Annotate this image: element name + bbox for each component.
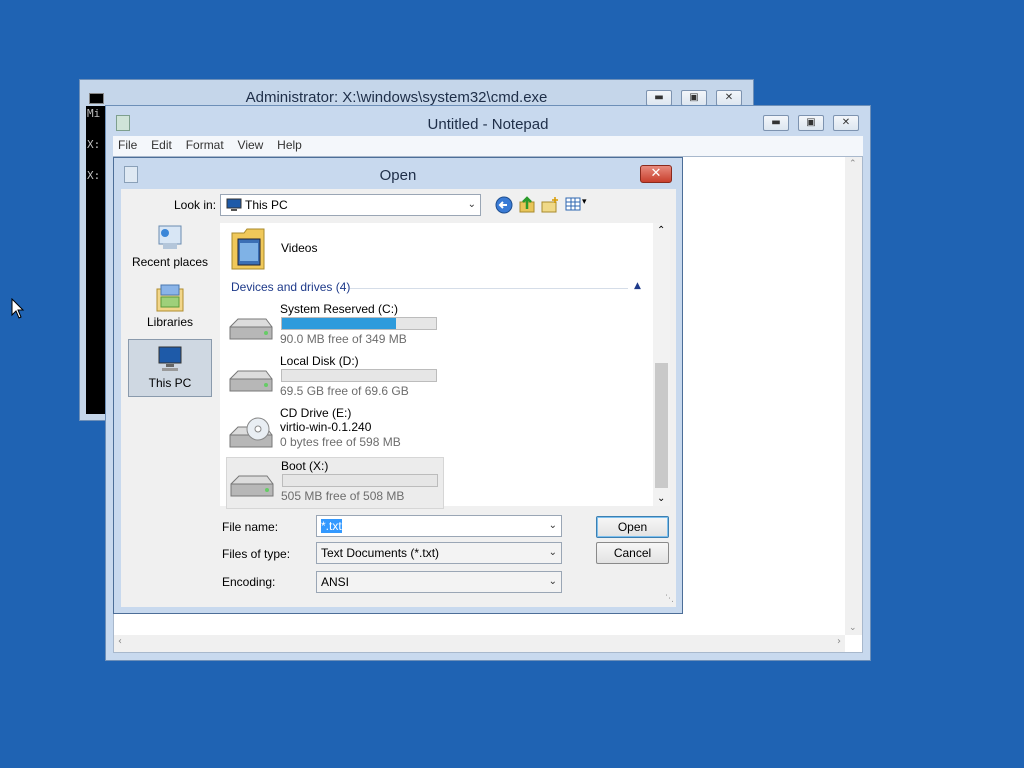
drive-name: Local Disk (D:) (280, 354, 359, 368)
horizontal-scrollbar[interactable]: ‹ › (114, 635, 845, 652)
chevron-down-icon: ▾ (582, 197, 587, 207)
mouse-cursor-icon (11, 298, 25, 319)
encoding-select[interactable]: ANSI ⌄ (316, 571, 562, 593)
scroll-up-icon[interactable]: ⌃ (657, 225, 665, 236)
place-this-pc[interactable]: This PC (128, 339, 212, 397)
drive-name: Boot (X:) (281, 459, 329, 473)
close-button[interactable]: ✕ (833, 115, 859, 131)
close-button[interactable]: ✕ (716, 90, 742, 106)
drive-free-space: 90.0 MB free of 349 MB (280, 332, 407, 346)
recent-places-icon (158, 225, 182, 249)
drive-usage-bar (282, 474, 438, 487)
list-item-videos[interactable]: Videos (226, 223, 336, 273)
drive-free-space: 505 MB free of 508 MB (281, 489, 405, 503)
encoding-value: ANSI (321, 575, 350, 589)
hard-drive-icon (229, 318, 273, 340)
encoding-label: Encoding: (222, 575, 276, 589)
cmd-app-icon (89, 93, 104, 104)
console-line: Mi (87, 107, 101, 120)
file-name-input[interactable]: *.txt (321, 519, 342, 533)
up-one-level-icon[interactable] (518, 195, 536, 213)
file-type-value: Text Documents (*.txt) (321, 546, 440, 560)
new-folder-icon[interactable] (541, 196, 559, 214)
back-icon[interactable] (495, 196, 513, 214)
place-label: This PC (148, 376, 192, 390)
file-type-label: Files of type: (222, 547, 291, 561)
group-header[interactable]: Devices and drives (4) (231, 280, 350, 294)
videos-folder-icon (231, 228, 265, 270)
scroll-up-icon[interactable]: ⌃ (849, 159, 857, 169)
look-in-label: Look in: (174, 198, 217, 212)
drive-volume-label: virtio-win-0.1.240 (280, 420, 372, 434)
chevron-down-icon: ⌄ (548, 547, 557, 558)
this-pc-icon (158, 346, 182, 371)
close-button[interactable]: ✕ (640, 165, 672, 183)
cmd-title: Administrator: X:\windows\system32\cmd.e… (245, 89, 548, 106)
this-pc-icon (226, 198, 242, 211)
resize-grip-icon[interactable]: ⋱ (665, 594, 674, 604)
place-recent-places[interactable]: Recent places (128, 219, 212, 277)
dialog-client: Look in: This PC ⌄ ▾ Recent places Libra… (121, 189, 676, 607)
file-type-select[interactable]: Text Documents (*.txt) ⌄ (316, 542, 562, 564)
look-in-value: This PC (245, 198, 288, 212)
drive-item-c[interactable]: System Reserved (C:) 90.0 MB free of 349… (226, 301, 444, 353)
vertical-scrollbar[interactable]: ⌃ ⌄ (845, 157, 862, 635)
notepad-title: Untitled - Notepad (427, 116, 549, 133)
console-output[interactable]: Mi X: X: (86, 106, 106, 414)
dialog-title: Open (379, 167, 417, 184)
menu-edit[interactable]: Edit (146, 136, 177, 154)
look-in-combo[interactable]: This PC ⌄ (220, 194, 481, 216)
drive-item-d[interactable]: Local Disk (D:) 69.5 GB free of 69.6 GB (226, 353, 444, 405)
menu-file[interactable]: File (113, 136, 142, 154)
view-menu[interactable]: ▾ (565, 197, 591, 213)
place-label: Libraries (146, 315, 194, 329)
drive-name: System Reserved (C:) (280, 302, 399, 316)
scroll-down-icon[interactable]: ⌄ (849, 623, 857, 633)
places-bar: Recent places Libraries This PC (121, 219, 221, 499)
scrollbar-thumb[interactable] (655, 363, 668, 488)
cd-drive-icon (229, 417, 273, 448)
maximize-button[interactable]: ▣ (681, 90, 707, 106)
scroll-right-icon[interactable]: › (837, 636, 841, 647)
console-line: X: (87, 169, 101, 182)
group-divider (350, 288, 628, 289)
minimize-button[interactable]: ▬ (646, 90, 672, 106)
chevron-down-icon: ⌄ (548, 576, 557, 587)
menu-bar: File Edit Format View Help (113, 136, 863, 156)
cancel-button[interactable]: Cancel (596, 542, 669, 564)
drive-usage-fill (282, 318, 396, 329)
maximize-button[interactable]: ▣ (798, 115, 824, 131)
place-libraries[interactable]: Libraries (128, 279, 212, 337)
menu-help[interactable]: Help (272, 136, 307, 154)
open-button[interactable]: Open (596, 516, 669, 538)
place-label: Recent places (131, 255, 209, 269)
file-list[interactable]: Videos Devices and drives (4) ▲ System R… (220, 223, 670, 509)
drive-free-space: 69.5 GB free of 69.6 GB (280, 384, 409, 398)
drive-free-space: 0 bytes free of 598 MB (280, 435, 401, 449)
drive-name: CD Drive (E:) (280, 406, 352, 420)
file-name-combo[interactable]: *.txt ⌄ (316, 515, 562, 537)
hard-drive-icon (229, 370, 273, 392)
libraries-icon (156, 284, 184, 312)
chevron-down-icon[interactable]: ⌄ (549, 516, 557, 536)
collapse-chevron-icon[interactable]: ▲ (634, 281, 641, 291)
scroll-left-icon[interactable]: ‹ (118, 636, 122, 647)
menu-view[interactable]: View (233, 136, 269, 154)
menu-format[interactable]: Format (181, 136, 229, 154)
drive-usage-bar (281, 369, 437, 382)
file-name-label: File name: (222, 520, 279, 534)
file-list-scrollbar[interactable]: ⌃ ⌄ (653, 223, 670, 506)
open-dialog[interactable]: Open ✕ Look in: This PC ⌄ ▾ Recent place… (113, 157, 683, 614)
scroll-down-icon[interactable]: ⌄ (657, 493, 665, 504)
drive-item-x[interactable]: Boot (X:) 505 MB free of 508 MB (226, 457, 444, 509)
minimize-button[interactable]: ▬ (763, 115, 789, 131)
drive-item-e[interactable]: CD Drive (E:) virtio-win-0.1.240 0 bytes… (226, 405, 444, 457)
drive-usage-bar (281, 317, 437, 330)
view-grid-icon (565, 197, 581, 211)
item-name: Videos (281, 241, 318, 255)
chevron-down-icon: ⌄ (467, 199, 476, 210)
console-line: X: (87, 138, 101, 151)
hard-drive-icon (230, 475, 274, 497)
